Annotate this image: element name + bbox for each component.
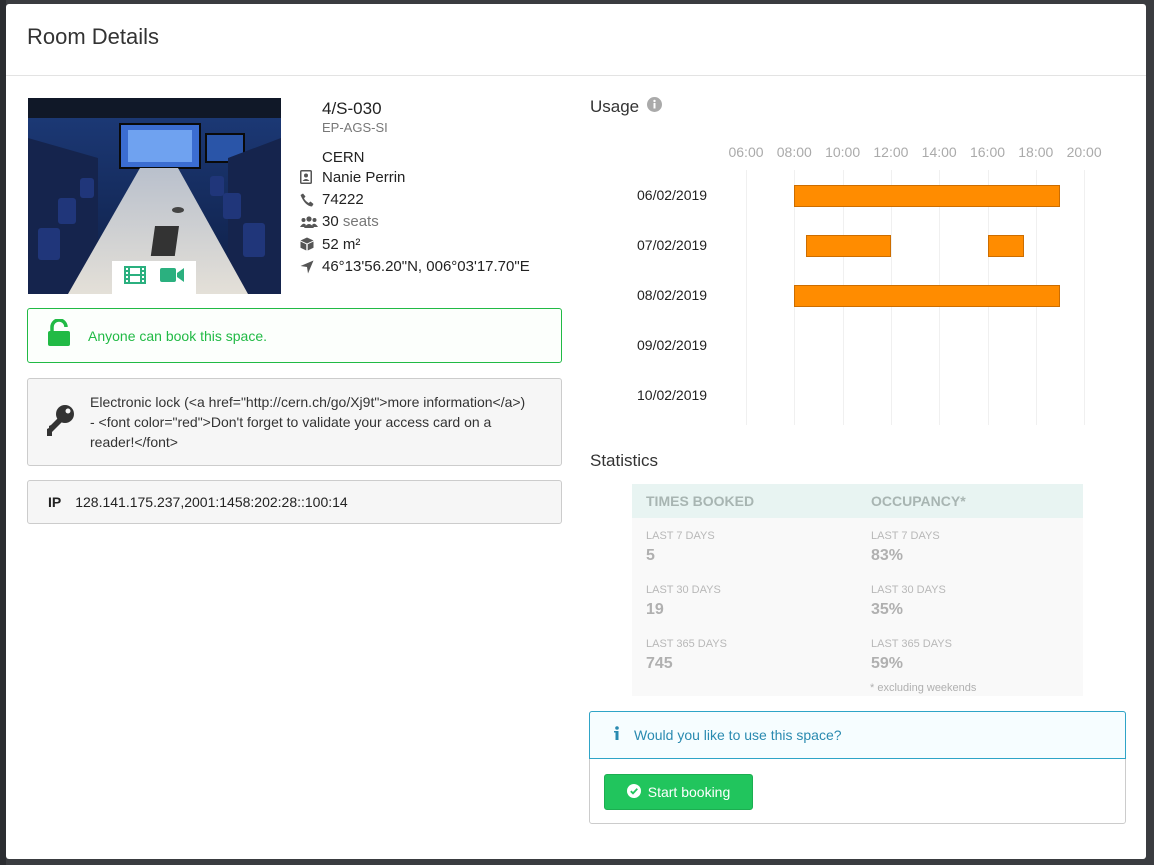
room-site: CERN	[322, 149, 365, 166]
unlock-icon	[46, 318, 72, 352]
public-booking-text: Anyone can book this space.	[88, 327, 268, 344]
room-owner-row: Nanie Perrin	[300, 166, 530, 188]
statistics-title: Statistics	[590, 451, 659, 470]
room-division: EP-AGS-SI	[322, 120, 388, 135]
modal-header: Room Details	[6, 4, 1146, 76]
ip-message: IP 128.141.175.237,2001:1458:202:28::100…	[27, 480, 562, 524]
room-details-modal: Room Details 4/S-030 EP-AGS-SI CERN Nani…	[6, 4, 1146, 859]
day-label: 10/02/2019	[637, 387, 708, 403]
lock-message: Electronic lock (<a href="http://cern.ch…	[27, 378, 562, 466]
start-booking-button[interactable]: Start booking	[604, 774, 753, 810]
usage-timeline: 06:00 08:00 10:00 12:00 14:00 16:00 18:00 20:00…	[590, 134, 1110, 429]
day-label: 09/02/2019	[637, 337, 708, 353]
room-seats-count: 30	[322, 213, 339, 231]
stat-cell: LAST 30 DAYS 19	[646, 584, 721, 619]
hour-label: 18:00	[1018, 144, 1054, 160]
film-icon[interactable]	[124, 266, 146, 289]
booking-bar[interactable]	[806, 235, 891, 257]
stat-cell: LAST 7 DAYS 5	[646, 530, 715, 565]
hour-label: 08:00	[776, 144, 812, 160]
booking-panel: Would you like to use this space? Start …	[589, 711, 1126, 824]
day-label: 08/02/2019	[637, 287, 708, 303]
stat-value: 5	[646, 547, 655, 564]
room-photo[interactable]	[28, 98, 281, 294]
statistics-footnote: * excluding weekends	[870, 682, 977, 694]
stat-cell: LAST 365 DAYS 745	[646, 638, 727, 673]
public-booking-message: Anyone can book this space.	[27, 308, 562, 363]
statistics-header: TIMES BOOKED OCCUPANCY*	[632, 484, 1083, 518]
room-surface-row: 52 m²	[300, 233, 530, 255]
room-coordinates[interactable]: 46°13'56.20"N, 006°03'17.70"E	[322, 258, 530, 275]
ip-label: IP	[48, 494, 62, 510]
stat-label: LAST 30 DAYS	[871, 584, 946, 596]
booking-bar[interactable]	[794, 285, 1060, 307]
stat-label: LAST 365 DAYS	[871, 638, 952, 650]
hour-gridline	[1084, 170, 1086, 425]
room-location-row: 46°13'56.20"N, 006°03'17.70"E	[300, 256, 530, 278]
room-surface: 52 m²	[322, 235, 361, 253]
location-arrow-icon	[300, 260, 322, 274]
modal-title: Room Details	[27, 24, 160, 49]
statistics-table: TIMES BOOKED OCCUPANCY* * excluding week…	[632, 484, 1083, 696]
stat-value: 59%	[871, 655, 904, 672]
room-phone-row: 74222	[300, 188, 530, 210]
phone-icon	[300, 193, 322, 207]
day-label: 06/02/2019	[637, 187, 708, 203]
booking-bar[interactable]	[987, 235, 1024, 257]
info-icon	[614, 725, 620, 745]
check-circle-icon	[626, 783, 641, 801]
key-icon	[46, 404, 76, 441]
video-camera-icon[interactable]	[160, 267, 184, 288]
hour-label: 12:00	[873, 144, 909, 160]
hour-label: 10:00	[825, 144, 861, 160]
room-seats-label: seats	[342, 213, 379, 231]
room-phone: 74222	[322, 191, 364, 209]
hour-label: 06:00	[728, 144, 764, 160]
stat-cell: LAST 365 DAYS 59%	[871, 638, 952, 673]
photo-tabs	[112, 261, 196, 294]
day-label: 07/02/2019	[637, 237, 708, 253]
booking-question: Would you like to use this space?	[589, 711, 1126, 759]
stat-value: 19	[646, 601, 664, 618]
stat-label: LAST 365 DAYS	[646, 638, 727, 650]
info-icon[interactable]	[647, 97, 663, 117]
ip-value: 128.141.175.237,2001:1458:202:28::100:14	[75, 494, 348, 510]
lock-message-text: Electronic lock (<a href="http://cern.ch…	[90, 394, 526, 450]
start-booking-label: Start booking	[647, 784, 731, 800]
users-icon	[300, 216, 322, 228]
stat-value: 83%	[871, 547, 904, 564]
room-info: 4/S-030 EP-AGS-SI CERN Nanie Perrin 7422…	[300, 99, 530, 278]
stat-value: 745	[646, 655, 673, 672]
hour-label: 16:00	[969, 144, 1006, 160]
usage-heading: Usage	[590, 97, 663, 117]
room-seats-row: 30 seats	[300, 211, 530, 233]
stat-label: LAST 7 DAYS	[871, 530, 940, 542]
stat-label: LAST 30 DAYS	[646, 584, 721, 596]
booking-question-text: Would you like to use this space?	[634, 727, 842, 743]
stat-label: LAST 7 DAYS	[646, 530, 715, 542]
usage-title: Usage	[590, 97, 640, 116]
contact-card-icon	[300, 170, 322, 185]
stat-value: 35%	[871, 601, 904, 618]
hour-label: 14:00	[921, 144, 957, 160]
room-owner[interactable]: Nanie Perrin	[322, 169, 405, 186]
hour-gridline	[746, 170, 747, 425]
booking-bar[interactable]	[794, 185, 1060, 207]
occupancy-header: OCCUPANCY*	[871, 493, 966, 509]
times-booked-header: TIMES BOOKED	[646, 493, 755, 509]
stat-cell: LAST 7 DAYS 83%	[871, 530, 940, 565]
room-name: 4/S-030	[322, 99, 382, 118]
stat-cell: LAST 30 DAYS 35%	[871, 584, 946, 619]
hour-label: 20:00	[1066, 144, 1102, 160]
cube-icon	[300, 237, 322, 251]
